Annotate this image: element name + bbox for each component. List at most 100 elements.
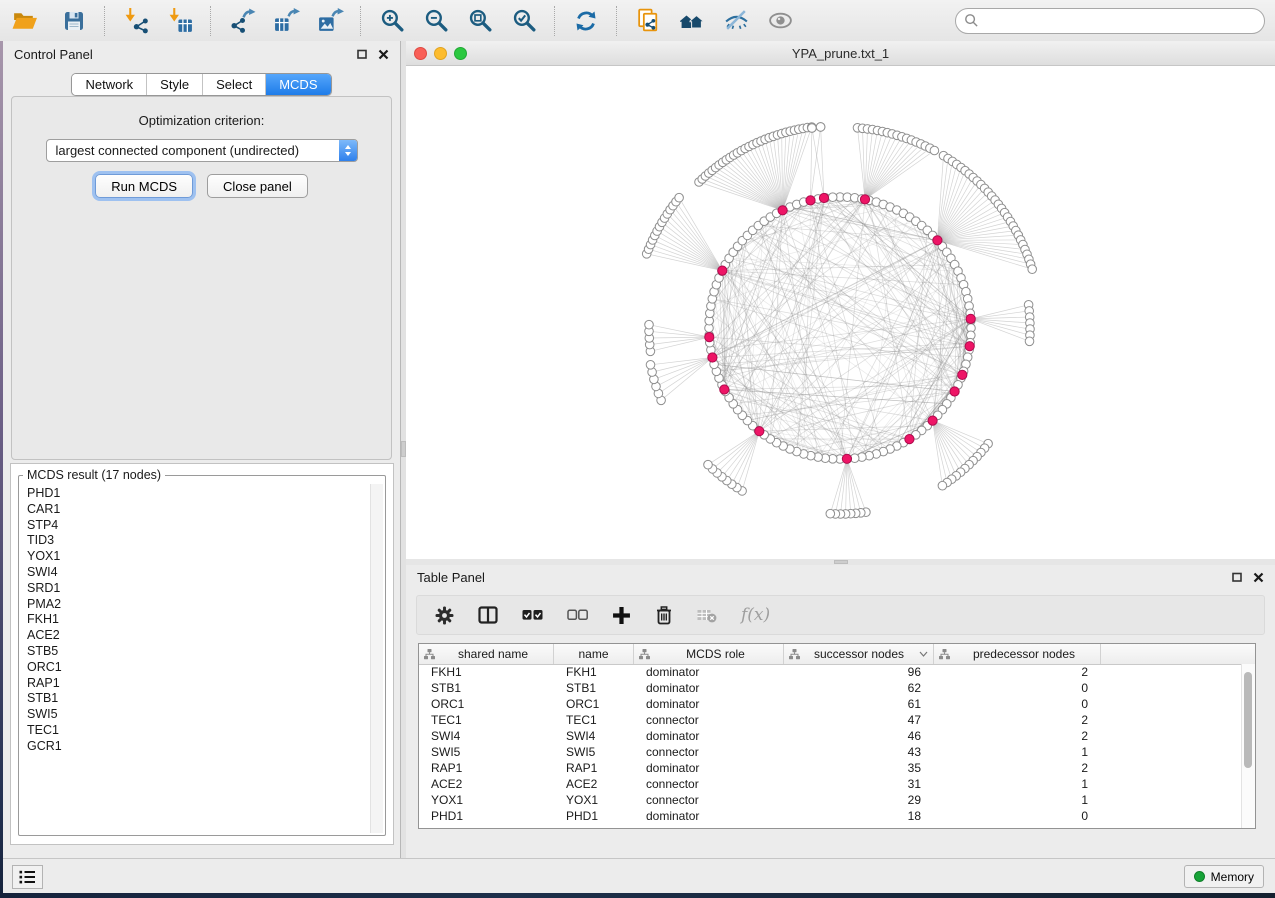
cell-shared_name[interactable]: STB1 [419, 681, 554, 695]
cell-shared_name[interactable]: ORC1 [419, 697, 554, 711]
mcds-node[interactable] [965, 342, 974, 351]
save-session-button[interactable] [58, 5, 90, 37]
cell-successor_nodes[interactable]: 18 [784, 809, 934, 823]
network-node[interactable] [645, 320, 654, 329]
network-window-titlebar[interactable]: YPA_prune.txt_1 [406, 41, 1275, 66]
mcds-result-item[interactable]: TID3 [27, 533, 370, 549]
column-header-successor-nodes[interactable]: successor nodes [784, 644, 934, 664]
tab-style[interactable]: Style [146, 74, 202, 95]
mcds-node[interactable] [720, 385, 729, 394]
network-node[interactable] [930, 146, 939, 155]
close-panel-button[interactable] [378, 49, 389, 60]
mcds-node[interactable] [718, 266, 727, 275]
cell-predecessor_nodes[interactable]: 0 [934, 809, 1101, 823]
mcds-result-item[interactable]: TEC1 [27, 723, 370, 739]
cell-shared_name[interactable]: ACE2 [419, 777, 554, 791]
network-node[interactable] [828, 193, 837, 202]
mcds-result-item[interactable]: STB1 [27, 691, 370, 707]
splitter-grip[interactable] [834, 560, 848, 564]
new-network-from-selection-button[interactable] [632, 5, 664, 37]
cell-predecessor_nodes[interactable]: 1 [934, 745, 1101, 759]
table-row-ACE2[interactable]: ACE2ACE2connector311 [419, 776, 1242, 792]
network-node[interactable] [808, 124, 817, 133]
mcds-result-item[interactable]: SWI4 [27, 565, 370, 581]
run-mcds-button[interactable]: Run MCDS [95, 174, 193, 198]
table-row-PHD1[interactable]: PHD1PHD1dominator180 [419, 808, 1242, 824]
zoom-fit-button[interactable] [464, 5, 496, 37]
mcds-node[interactable] [966, 314, 975, 323]
zoom-out-button[interactable] [420, 5, 452, 37]
cell-successor_nodes[interactable]: 43 [784, 745, 934, 759]
cell-predecessor_nodes[interactable]: 2 [934, 761, 1101, 775]
cell-mcds_role[interactable]: connector [634, 777, 784, 791]
column-header-name[interactable]: name [554, 644, 634, 664]
cell-name[interactable]: FKH1 [554, 665, 634, 679]
cell-mcds_role[interactable]: dominator [634, 665, 784, 679]
mcds-result-item[interactable]: STP4 [27, 518, 370, 534]
cell-successor_nodes[interactable]: 62 [784, 681, 934, 695]
select-all-button[interactable] [522, 609, 543, 621]
table-row-RAP1[interactable]: RAP1RAP1dominator352 [419, 760, 1242, 776]
mcds-node[interactable] [950, 387, 959, 396]
cell-name[interactable]: STB1 [554, 681, 634, 695]
table-row-YOX1[interactable]: YOX1YOX1connector291 [419, 792, 1242, 808]
mcds-node[interactable] [705, 333, 714, 342]
cell-predecessor_nodes[interactable]: 2 [934, 729, 1101, 743]
mcds-node[interactable] [905, 435, 914, 444]
column-header-predecessor-nodes[interactable]: predecessor nodes [934, 644, 1101, 664]
cell-successor_nodes[interactable]: 35 [784, 761, 934, 775]
search-box[interactable] [955, 8, 1265, 34]
float-table-panel-button[interactable] [1232, 572, 1243, 583]
close-mcds-panel-button[interactable]: Close panel [207, 174, 308, 198]
open-session-button[interactable] [8, 5, 40, 37]
network-node[interactable] [646, 361, 655, 370]
mcds-result-item[interactable]: SWI5 [27, 707, 370, 723]
float-panel-button[interactable] [357, 49, 368, 60]
cell-name[interactable]: RAP1 [554, 761, 634, 775]
table-row-ORC1[interactable]: ORC1ORC1dominator610 [419, 696, 1242, 712]
table-row-TEC1[interactable]: TEC1TEC1connector472 [419, 712, 1242, 728]
cell-mcds_role[interactable]: connector [634, 745, 784, 759]
mcds-node[interactable] [708, 353, 717, 362]
cell-successor_nodes[interactable]: 61 [784, 697, 934, 711]
result-list-scrollbar[interactable] [370, 484, 383, 833]
cell-shared_name[interactable]: TEC1 [419, 713, 554, 727]
cell-name[interactable]: TEC1 [554, 713, 634, 727]
mcds-result-item[interactable]: STB5 [27, 644, 370, 660]
network-node[interactable] [938, 481, 947, 490]
mcds-result-item[interactable]: RAP1 [27, 676, 370, 692]
home-button[interactable] [676, 5, 708, 37]
scrollbar-thumb[interactable] [1244, 672, 1252, 768]
cell-name[interactable]: YOX1 [554, 793, 634, 807]
cell-mcds_role[interactable]: dominator [634, 809, 784, 823]
table-row-SWI5[interactable]: SWI5SWI5connector431 [419, 744, 1242, 760]
mcds-result-item[interactable]: SRD1 [27, 581, 370, 597]
mcds-node[interactable] [755, 427, 764, 436]
search-input[interactable] [985, 13, 1256, 29]
mcds-node[interactable] [819, 193, 828, 202]
cell-predecessor_nodes[interactable]: 1 [934, 793, 1101, 807]
hide-selected-button[interactable] [720, 5, 752, 37]
cell-predecessor_nodes[interactable]: 1 [934, 777, 1101, 791]
tab-network[interactable]: Network [72, 74, 146, 95]
zoom-selected-button[interactable] [508, 5, 540, 37]
network-node[interactable] [826, 509, 835, 518]
refresh-view-button[interactable] [570, 5, 602, 37]
delete-table-button[interactable] [697, 607, 717, 623]
cell-mcds_role[interactable]: connector [634, 793, 784, 807]
cell-mcds_role[interactable]: dominator [634, 729, 784, 743]
mcds-result-item[interactable]: PMA2 [27, 597, 370, 613]
zoom-in-button[interactable] [376, 5, 408, 37]
mcds-node[interactable] [958, 370, 967, 379]
tab-mcds[interactable]: MCDS [265, 74, 330, 95]
cell-predecessor_nodes[interactable]: 2 [934, 713, 1101, 727]
mcds-result-item[interactable]: CAR1 [27, 502, 370, 518]
table-scrollbar[interactable] [1241, 664, 1255, 828]
cell-predecessor_nodes[interactable]: 2 [934, 665, 1101, 679]
add-column-button[interactable] [612, 606, 631, 625]
function-builder-button[interactable]: f(x) [741, 605, 770, 625]
table-row-SWI4[interactable]: SWI4SWI4dominator462 [419, 728, 1242, 744]
cell-shared_name[interactable]: SWI4 [419, 729, 554, 743]
mcds-result-item[interactable]: GCR1 [27, 739, 370, 755]
optimization-criterion-select[interactable]: largest connected component (undirected) [46, 139, 358, 162]
